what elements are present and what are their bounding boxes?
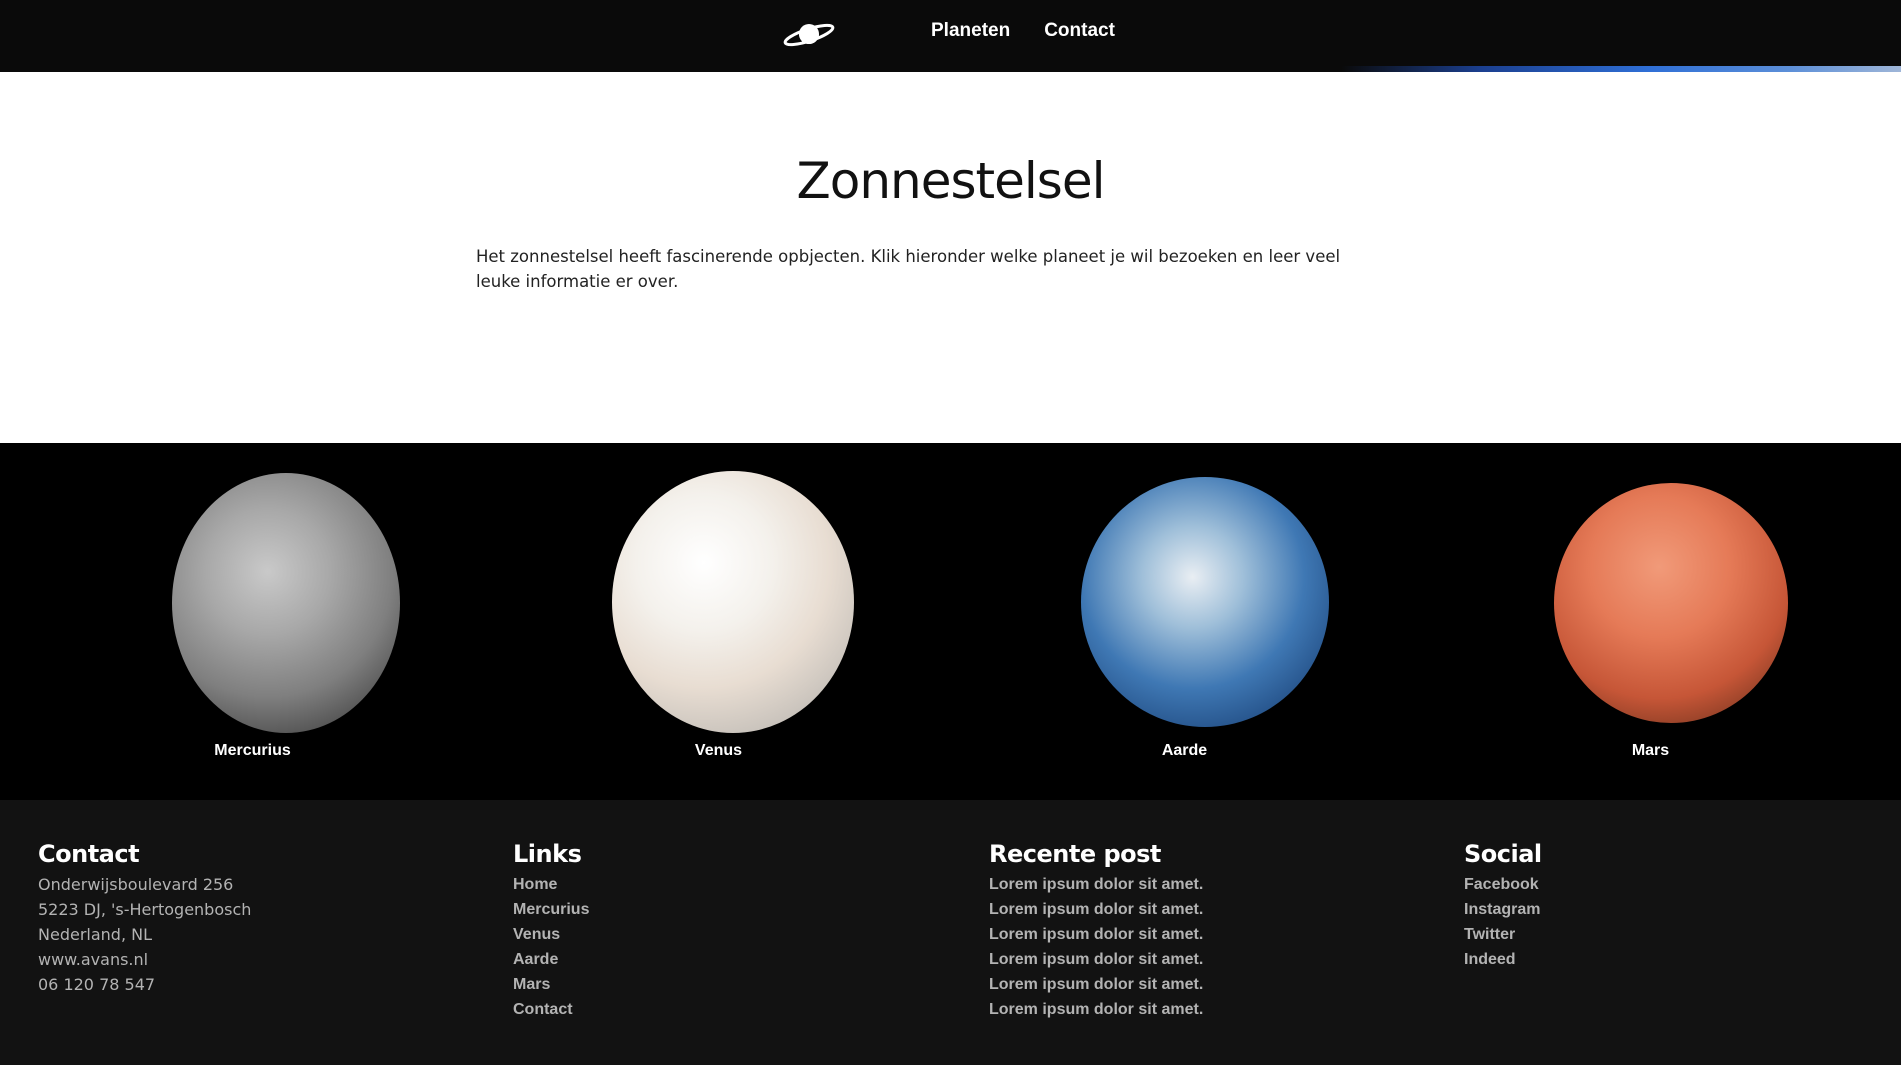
site-footer: Contact Onderwijsboulevard 256 5223 DJ, … xyxy=(0,800,1901,1065)
recent-post-link[interactable]: Lorem ipsum dolor sit amet. xyxy=(989,947,1203,972)
footer-links-title: Links xyxy=(513,840,582,868)
planet-label[interactable]: Mercurius xyxy=(20,742,485,760)
footer-link-contact[interactable]: Contact xyxy=(513,997,589,1022)
intro-section: Zonnestelsel Het zonnestelsel heeft fasc… xyxy=(0,72,1901,443)
recent-post-link[interactable]: Lorem ipsum dolor sit amet. xyxy=(989,922,1203,947)
planet-card-mars[interactable]: Mars xyxy=(1418,443,1883,800)
footer-contact-column: Contact Onderwijsboulevard 256 5223 DJ, … xyxy=(38,840,251,997)
footer-contact-title: Contact xyxy=(38,840,140,868)
planet-label[interactable]: Mars xyxy=(1418,742,1883,760)
planet-label[interactable]: Venus xyxy=(486,742,951,760)
recent-post-link[interactable]: Lorem ipsum dolor sit amet. xyxy=(989,897,1203,922)
recent-post-link[interactable]: Lorem ipsum dolor sit amet. xyxy=(989,997,1203,1022)
social-link-facebook[interactable]: Facebook xyxy=(1464,872,1542,897)
aarde-planet-image[interactable] xyxy=(1081,477,1329,727)
footer-link-home[interactable]: Home xyxy=(513,872,589,897)
address-street: Onderwijsboulevard 256 xyxy=(38,875,234,894)
recent-post-link[interactable]: Lorem ipsum dolor sit amet. xyxy=(989,972,1203,997)
top-navbar: Planeten Contact xyxy=(0,0,1901,72)
footer-social-title: Social xyxy=(1464,840,1542,868)
footer-social-column: Social Facebook Instagram Twitter Indeed xyxy=(1464,840,1542,972)
footer-recent-title: Recente post xyxy=(989,840,1161,868)
social-link-instagram[interactable]: Instagram xyxy=(1464,897,1542,922)
intro-text: Het zonnestelsel heeft fascinerende opbj… xyxy=(476,247,1341,291)
footer-link-mars[interactable]: Mars xyxy=(513,972,589,997)
planet-label[interactable]: Aarde xyxy=(952,742,1417,760)
footer-link-venus[interactable]: Venus xyxy=(513,922,589,947)
mars-planet-image[interactable] xyxy=(1554,483,1788,723)
planet-card-venus[interactable]: Venus xyxy=(486,443,951,800)
phone-text: 06 120 78 547 xyxy=(38,975,156,994)
saturn-planet-icon[interactable] xyxy=(782,16,836,52)
main-nav: Planeten Contact xyxy=(931,20,1115,42)
planet-card-aarde[interactable]: Aarde xyxy=(952,443,1417,800)
nav-planeten-link[interactable]: Planeten xyxy=(931,20,1010,42)
footer-recent-column: Recente post Lorem ipsum dolor sit amet.… xyxy=(989,840,1203,1022)
footer-link-aarde[interactable]: Aarde xyxy=(513,947,589,972)
footer-links-column: Links Home Mercurius Venus Aarde Mars Co… xyxy=(513,840,589,1022)
social-link-twitter[interactable]: Twitter xyxy=(1464,922,1542,947)
page-title: Zonnestelsel xyxy=(796,152,1106,210)
recent-post-link[interactable]: Lorem ipsum dolor sit amet. xyxy=(989,872,1203,897)
social-link-indeed[interactable]: Indeed xyxy=(1464,947,1542,972)
footer-link-mercurius[interactable]: Mercurius xyxy=(513,897,589,922)
mercurius-planet-image[interactable] xyxy=(172,473,400,733)
planet-card-mercurius[interactable]: Mercurius xyxy=(20,443,485,800)
planets-gallery: Mercurius Venus Aarde Mars xyxy=(0,443,1901,800)
address-city: 5223 DJ, 's-Hertogenbosch xyxy=(38,900,252,919)
website-text: www.avans.nl xyxy=(38,950,149,969)
address-country: Nederland, NL xyxy=(38,925,152,944)
nav-contact-link[interactable]: Contact xyxy=(1044,20,1115,42)
venus-planet-image[interactable] xyxy=(612,471,854,733)
